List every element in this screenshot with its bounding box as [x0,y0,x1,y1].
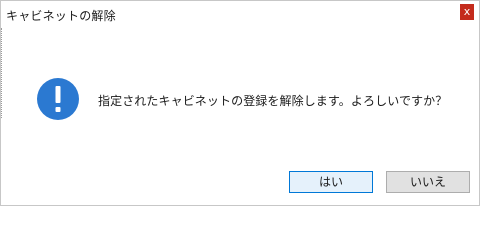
close-button[interactable]: x [460,4,474,20]
no-button[interactable]: いいえ [386,171,470,193]
confirm-dialog: キャビネットの解除 x 指定されたキャビネットの登録を解除します。よろしいですか… [0,0,480,206]
window-title: キャビネットの解除 [6,9,116,23]
close-icon: x [463,5,471,18]
window-edge-divider [1,28,4,118]
title-bar: キャビネットの解除 x [1,1,479,28]
dialog-message: 指定されたキャビネットの登録を解除します。よろしいですか？ [98,94,448,108]
yes-button[interactable]: はい [289,171,373,193]
information-icon [36,77,80,121]
